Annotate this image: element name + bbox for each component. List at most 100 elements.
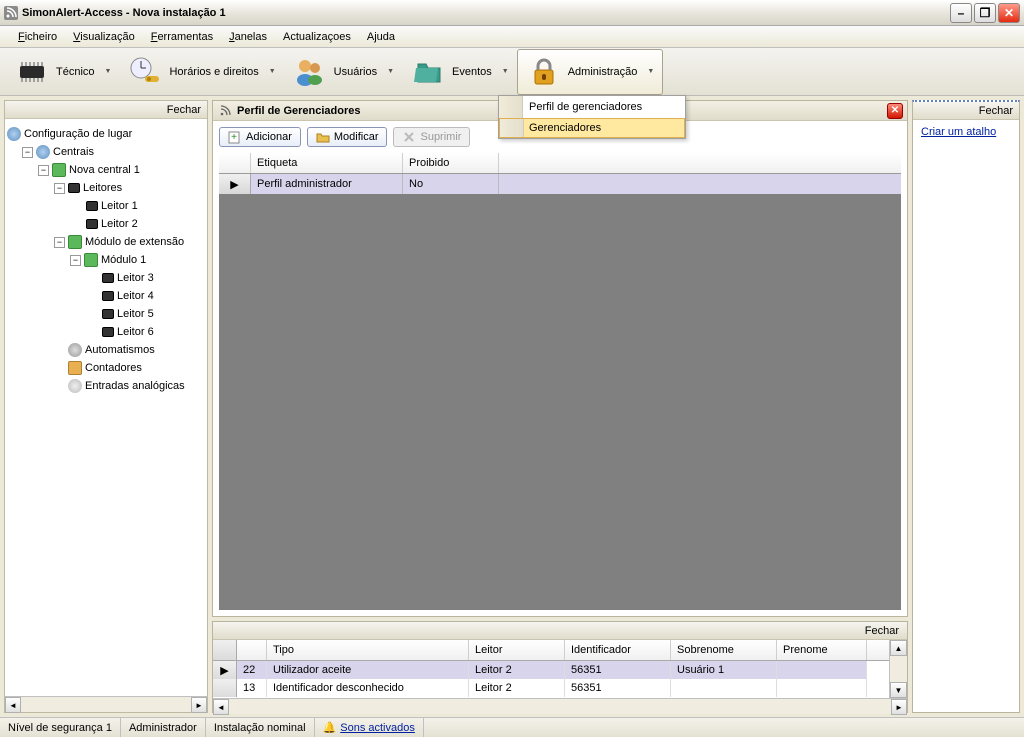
tree-leitor6[interactable]: Leitor 6 (7, 323, 205, 341)
tree-contadores[interactable]: Contadores (7, 359, 205, 377)
events-grid[interactable]: Tipo Leitor Identificador Sobrenome Pren… (213, 640, 889, 698)
menu-label: icheiro (25, 31, 57, 43)
events-hscrollbar[interactable]: ◄ ► (213, 698, 907, 714)
col-etiqueta[interactable]: Etiqueta (251, 153, 403, 173)
tree-modulo-ext[interactable]: −Módulo de extensão (7, 233, 205, 251)
tree-nova-central[interactable]: −Nova central 1 (7, 161, 205, 179)
collapse-icon[interactable]: − (22, 147, 33, 158)
tree-leitor1[interactable]: Leitor 1 (7, 197, 205, 215)
menu-visualizacao[interactable]: Visualização (65, 28, 143, 46)
collapse-icon[interactable]: − (54, 183, 65, 194)
tree-entradas[interactable]: Entradas analógicas (7, 377, 205, 395)
tree-hscrollbar[interactable]: ◄ ► (5, 696, 207, 712)
scroll-right-icon[interactable]: ► (891, 699, 907, 715)
grid-row[interactable]: ▶ Perfil administrador No (219, 174, 901, 194)
tool-label: Técnico (56, 66, 95, 78)
clock-key-icon (127, 54, 163, 90)
tool-eventos[interactable]: Eventos ▼ (402, 50, 517, 94)
tree-leitor4[interactable]: Leitor 4 (7, 287, 205, 305)
collapse-icon[interactable]: − (54, 237, 65, 248)
event-row[interactable]: 13 Identificador desconhecido Leitor 2 5… (213, 679, 889, 697)
close-button[interactable]: ✕ (998, 3, 1020, 23)
event-row[interactable]: ▶ 22 Utilizador aceite Leitor 2 56351 Us… (213, 661, 889, 679)
tool-usuarios[interactable]: Usuários ▼ (284, 50, 402, 94)
rss-icon (219, 105, 231, 117)
col-prenome[interactable]: Prenome (777, 640, 867, 660)
col-tipo[interactable]: Tipo (267, 640, 469, 660)
menu-actualizacoes[interactable]: Actualizaçoes (275, 28, 359, 46)
chevron-down-icon: ▼ (502, 68, 509, 75)
tool-label: Eventos (452, 66, 492, 78)
cell-leitor: Leitor 2 (469, 661, 565, 679)
tree-root[interactable]: Configuração de lugar (7, 125, 205, 143)
window-title: SimonAlert-Access - Nova instalação 1 (22, 7, 950, 19)
tree-automatismos[interactable]: Automatismos (7, 341, 205, 359)
menu-ajuda[interactable]: Ajuda (359, 28, 403, 46)
tree-leitores[interactable]: −Leitores (7, 179, 205, 197)
tree-leitor2[interactable]: Leitor 2 (7, 215, 205, 233)
events-close-button[interactable]: Fechar (213, 622, 907, 640)
reader-icon (68, 183, 80, 193)
tool-horarios[interactable]: Horários e direitos ▼ (119, 50, 283, 94)
tree-leitor5[interactable]: Leitor 5 (7, 305, 205, 323)
status-installation: Instalação nominal (206, 718, 315, 737)
center-pane: Perfil de Gerenciadores ✕ +Adicionar Mod… (212, 100, 908, 713)
menu-ferramentas[interactable]: Ferramentas (143, 28, 221, 46)
menu-janelas[interactable]: Janelas (221, 28, 275, 46)
menu-label: anelas (235, 31, 267, 43)
tool-administracao[interactable]: Administração ▼ (517, 49, 664, 95)
col-sobrenome[interactable]: Sobrenome (671, 640, 777, 660)
tree-close-button[interactable]: Fechar (5, 101, 207, 119)
dropdown-item-gerenciadores[interactable]: Gerenciadores (499, 118, 685, 138)
dropdown-gutter (500, 119, 524, 137)
events-panel: Fechar Tipo Leitor Identificador Sobreno… (212, 621, 908, 713)
dropdown-item-perfil[interactable]: Perfil de gerenciadores (499, 96, 685, 118)
maximize-button[interactable]: ❐ (974, 3, 996, 23)
create-shortcut-link[interactable]: Criar um atalho (913, 120, 1019, 144)
tree-leitor3[interactable]: Leitor 3 (7, 269, 205, 287)
menu-ficheiro[interactable]: Ficheiro (10, 28, 65, 46)
tool-tecnico[interactable]: Técnico ▼ (6, 50, 119, 94)
cell-num: 13 (237, 679, 267, 697)
col-num[interactable] (237, 640, 267, 660)
scroll-track[interactable] (890, 656, 907, 682)
cell-prenome (777, 679, 867, 697)
collapse-icon[interactable]: − (70, 255, 81, 266)
cell-tipo: Utilizador aceite (267, 661, 469, 679)
counter-icon (68, 361, 82, 375)
scroll-up-icon[interactable]: ▲ (890, 640, 907, 656)
tree-centrais[interactable]: − Centrais (7, 143, 205, 161)
tree-view[interactable]: Configuração de lugar −Centrais −Nova ce… (5, 119, 207, 696)
scroll-track[interactable] (21, 697, 191, 712)
collapse-icon[interactable]: − (38, 165, 49, 176)
minimize-button[interactable]: – (950, 3, 972, 23)
status-sounds: 🔔Sons activados (315, 718, 424, 737)
cell-tipo: Identificador desconhecido (267, 679, 469, 697)
scroll-right-icon[interactable]: ► (191, 697, 207, 713)
panel-close-button[interactable]: ✕ (887, 103, 903, 119)
scroll-left-icon[interactable]: ◄ (5, 697, 21, 713)
add-button[interactable]: +Adicionar (219, 127, 301, 147)
modify-button[interactable]: Modificar (307, 127, 388, 147)
scroll-track[interactable] (229, 699, 891, 714)
button-label: Adicionar (246, 131, 292, 143)
sounds-link[interactable]: Sons activados (340, 722, 415, 734)
row-indicator-icon: ▶ (213, 661, 237, 679)
chevron-down-icon: ▼ (387, 68, 394, 75)
scroll-down-icon[interactable]: ▼ (890, 682, 907, 698)
tree-label: Módulo 1 (101, 254, 146, 266)
profiles-grid[interactable]: Etiqueta Proibido ▶ Perfil administrador… (219, 153, 901, 610)
folder-open-icon (316, 130, 330, 144)
row-indicator (213, 679, 237, 697)
tree-label: Centrais (53, 146, 94, 158)
col-proibido[interactable]: Proibido (403, 153, 499, 173)
scroll-left-icon[interactable]: ◄ (213, 699, 229, 715)
tree-pane: Fechar Configuração de lugar −Centrais −… (4, 100, 208, 713)
shortcuts-close-button[interactable]: Fechar (913, 102, 1019, 120)
col-identificador[interactable]: Identificador (565, 640, 671, 660)
tool-label: Administração (568, 66, 638, 78)
bell-icon: 🔔 (323, 721, 337, 734)
events-vscrollbar[interactable]: ▲ ▼ (889, 640, 907, 698)
col-leitor[interactable]: Leitor (469, 640, 565, 660)
tree-modulo1[interactable]: − Módulo 1 (7, 251, 205, 269)
